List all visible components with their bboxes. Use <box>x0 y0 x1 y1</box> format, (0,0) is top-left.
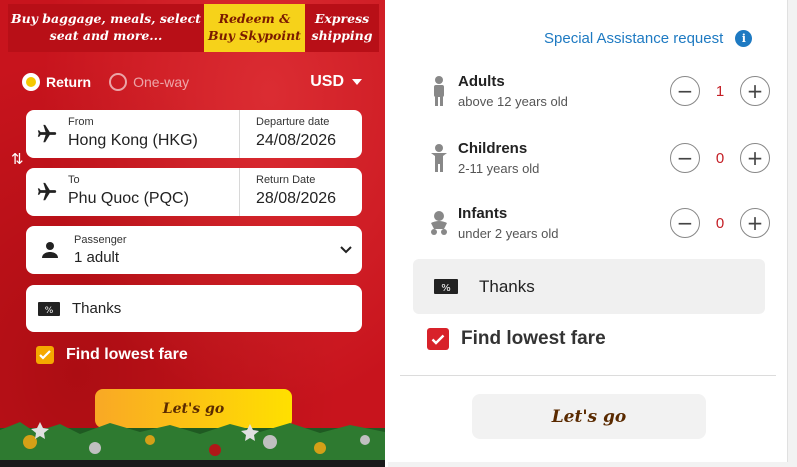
svg-text:%: % <box>441 283 451 294</box>
redeem-line1: Redeem & <box>218 11 291 27</box>
express-line2: shipping <box>311 28 373 43</box>
lowest-fare-checkbox[interactable] <box>36 346 54 364</box>
currency-value: USD <box>310 73 344 90</box>
passenger-row-infants: Infants under 2 years old − 0 + <box>420 200 770 246</box>
infants-plus-button[interactable]: + <box>740 208 770 238</box>
currency-select[interactable]: USD <box>310 73 362 91</box>
promo-code-field[interactable]: % Thanks <box>26 285 362 332</box>
swap-icon[interactable]: ⇅ <box>11 150 24 168</box>
to-field[interactable]: To Phu Quoc (PQC) <box>68 168 240 216</box>
passenger-row-children: Childrens 2-11 years old − 0 + <box>420 135 770 181</box>
infants-minus-button[interactable]: − <box>670 208 700 238</box>
infant-icon <box>420 211 458 235</box>
lowest-fare-option[interactable]: Find lowest fare <box>36 346 188 364</box>
children-desc: 2-11 years old <box>458 161 540 176</box>
children-stepper: − 0 + <box>670 143 770 173</box>
to-label: To <box>68 174 80 186</box>
adults-desc: above 12 years old <box>458 94 568 109</box>
adults-title: Adults <box>458 73 505 90</box>
special-assistance-link[interactable]: Special Assistance request i <box>544 30 753 47</box>
return-option[interactable]: Return <box>22 73 91 91</box>
infants-stepper: − 0 + <box>670 208 770 238</box>
promo-code-field-right[interactable]: % Thanks <box>413 259 765 314</box>
caret-down-icon <box>352 79 362 85</box>
children-minus-button[interactable]: − <box>670 143 700 173</box>
plane-arrive-icon <box>26 168 68 216</box>
oneway-label: One-way <box>133 74 190 90</box>
adults-plus-button[interactable]: + <box>740 76 770 106</box>
passenger-label: Passenger <box>74 234 127 246</box>
discount-ticket-icon: % <box>26 301 72 316</box>
passenger-select[interactable]: Passenger 1 adult <box>26 226 362 274</box>
person-icon <box>26 240 74 260</box>
departure-date-value: 24/08/2026 <box>256 132 337 149</box>
infants-count: 0 <box>715 214 725 232</box>
oneway-option[interactable]: One-way <box>109 73 189 91</box>
promo-code-value-right: Thanks <box>479 276 535 296</box>
promo-code-value: Thanks <box>72 300 122 317</box>
departure-date-field[interactable]: Departure date 24/08/2026 <box>240 110 362 158</box>
return-date-value: 28/08/2026 <box>256 190 337 207</box>
to-value: Phu Quoc (PQC) <box>68 190 189 207</box>
children-title: Childrens <box>458 140 528 157</box>
redeem-skypoint-link[interactable]: Redeem & Buy Skypoint <box>204 4 305 52</box>
infants-title: Infants <box>458 205 508 222</box>
lets-go-button-right[interactable]: Let's go <box>472 394 706 439</box>
buy-baggage-line1: Buy baggage, meals, select <box>11 11 201 27</box>
from-label: From <box>68 116 94 128</box>
children-plus-button[interactable]: + <box>740 143 770 173</box>
redeem-line2: Buy Skypoint <box>208 28 301 43</box>
departure-date-label: Departure date <box>256 116 330 128</box>
passenger-row-adults: Adults above 12 years old − 1 + <box>420 68 770 114</box>
adults-count: 1 <box>715 82 725 100</box>
lowest-fare-label-right: Find lowest fare <box>461 328 606 349</box>
express-shipping-link[interactable]: Express shipping <box>305 4 379 52</box>
lowest-fare-option-right[interactable]: Find lowest fare <box>427 328 606 350</box>
children-count: 0 <box>715 149 725 167</box>
search-panel: Buy baggage, meals, select seat and more.… <box>0 0 385 467</box>
oneway-radio[interactable] <box>109 73 128 91</box>
christmas-garland-decoration <box>0 422 385 467</box>
discount-ticket-icon: % <box>413 279 479 294</box>
chevron-down-icon <box>330 245 362 255</box>
booking-widget: Buy baggage, meals, select seat and more.… <box>0 0 797 467</box>
from-field[interactable]: From Hong Kong (HKG) <box>68 110 240 158</box>
adult-icon <box>420 76 458 106</box>
passenger-value: 1 adult <box>74 249 120 266</box>
infants-desc: under 2 years old <box>458 226 559 241</box>
trip-type-row: Return One-way USD <box>22 70 362 94</box>
outbound-route: From Hong Kong (HKG) Departure date 24/0… <box>26 110 362 158</box>
express-line1: Express <box>314 11 370 27</box>
info-icon[interactable]: i <box>735 30 753 47</box>
lowest-fare-checkbox-right[interactable] <box>427 328 449 350</box>
buy-baggage-line2: seat and more... <box>49 28 163 43</box>
special-assistance-label: Special Assistance request <box>544 30 724 47</box>
svg-text:%: % <box>45 306 54 316</box>
buy-baggage-link[interactable]: Buy baggage, meals, select seat and more.… <box>8 4 204 52</box>
lowest-fare-label: Find lowest fare <box>66 346 188 363</box>
adults-minus-button[interactable]: − <box>670 76 700 106</box>
from-value: Hong Kong (HKG) <box>68 132 198 149</box>
child-icon <box>420 144 458 172</box>
return-date-field[interactable]: Return Date 28/08/2026 <box>240 168 362 216</box>
divider <box>400 375 776 376</box>
return-label: Return <box>46 74 92 90</box>
adults-stepper: − 1 + <box>670 76 770 106</box>
top-bar: Buy baggage, meals, select seat and more.… <box>8 4 379 52</box>
return-date-label: Return Date <box>256 174 316 186</box>
plane-depart-icon <box>26 110 68 158</box>
return-radio[interactable] <box>22 73 40 91</box>
inbound-route: To Phu Quoc (PQC) Return Date 28/08/2026 <box>26 168 362 216</box>
